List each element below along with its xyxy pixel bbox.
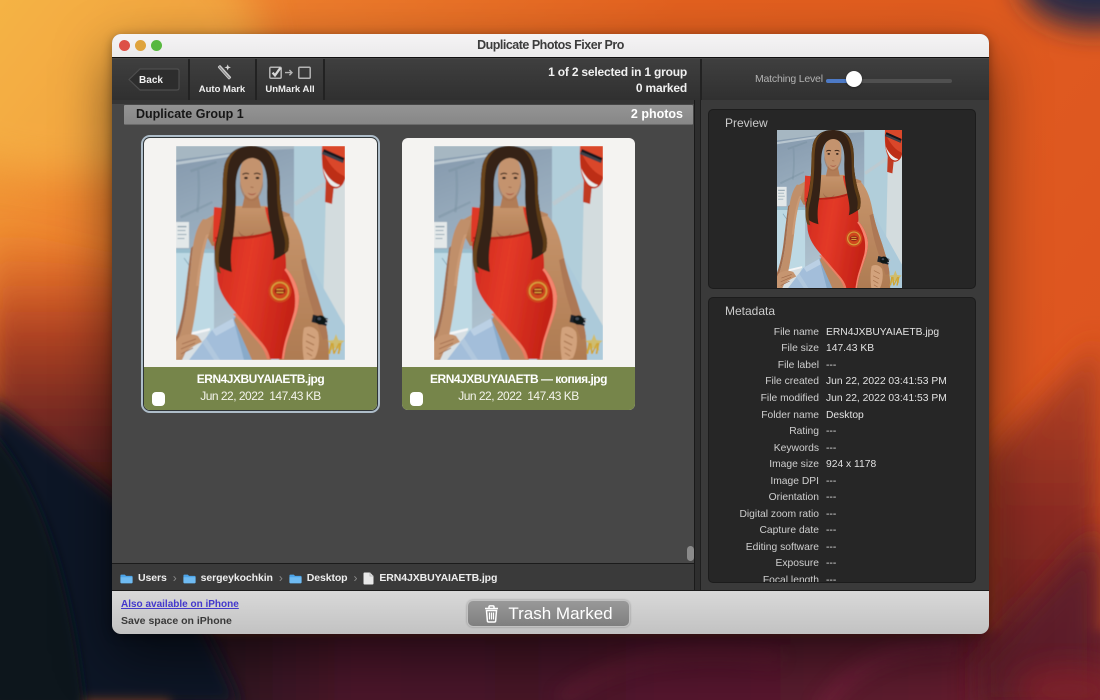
svg-text:Back: Back — [139, 75, 163, 86]
